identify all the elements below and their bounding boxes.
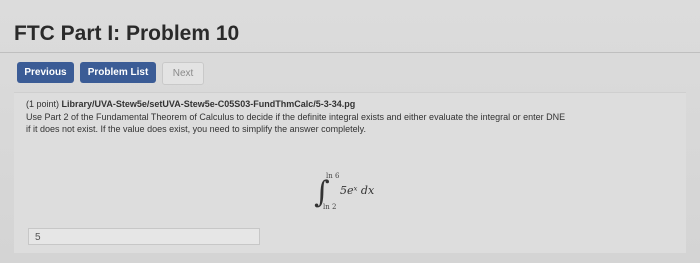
previous-button[interactable]: Previous <box>17 62 74 83</box>
page-title: FTC Part I: Problem 10 <box>14 22 240 45</box>
definite-integral: ∫ ln 6 ln 2 5eˣ dx <box>314 172 394 215</box>
problem-panel: (1 point) Library/UVA-Stew5e/setUVA-Stew… <box>14 92 686 253</box>
answer-input[interactable]: 5 <box>28 228 260 245</box>
integral-upper-limit: ln 6 <box>326 172 340 180</box>
problem-list-button[interactable]: Problem List <box>80 62 156 83</box>
problem-page: FTC Part I: Problem 10 Previous Problem … <box>0 0 700 263</box>
integral-lower-limit: ln 2 <box>323 203 337 211</box>
title-divider <box>0 52 700 53</box>
instruction-line-2: if it does not exist. If the value does … <box>26 124 367 134</box>
problem-path: Library/UVA-Stew5e/setUVA-Stew5e-C05S03-… <box>61 99 356 109</box>
problem-header-line: (1 point) Library/UVA-Stew5e/setUVA-Stew… <box>26 99 355 109</box>
integrand: 5eˣ dx <box>340 184 375 197</box>
next-button[interactable]: Next <box>162 62 204 85</box>
instruction-line-1: Use Part 2 of the Fundamental Theorem of… <box>26 112 566 122</box>
points-label: (1 point) <box>26 99 60 109</box>
